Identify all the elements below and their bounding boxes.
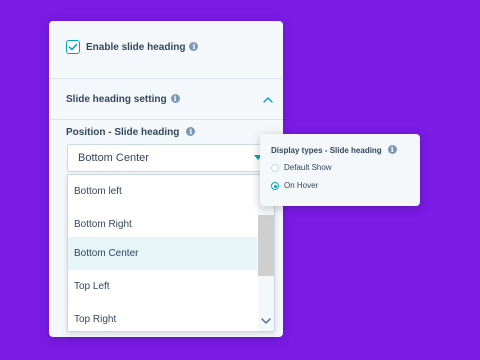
position-select-value: Bottom Center <box>78 152 149 164</box>
radio-button[interactable] <box>271 182 279 190</box>
radio-label: Default Show <box>284 163 332 172</box>
slide-heading-setting-toggle[interactable]: Slide heading setting i <box>49 79 283 120</box>
slide-heading-setting-text: Slide heading setting <box>66 94 167 105</box>
chevron-up-icon[interactable] <box>263 96 273 103</box>
info-icon[interactable]: i <box>170 94 180 103</box>
dropdown-option-bottom-left[interactable]: Bottom left <box>68 175 257 208</box>
position-label-text: Position - Slide heading <box>66 127 180 138</box>
display-types-title-text: Display types - Slide heading <box>271 146 382 155</box>
display-types-popover: Display types - Slide heading i Default S… <box>260 134 420 206</box>
enable-heading-checkbox[interactable] <box>66 40 80 54</box>
slide-heading-setting-label: Slide heading setting i <box>66 94 180 105</box>
enable-heading-label: Enable slide heading i <box>86 42 199 53</box>
dropdown-option-top-right[interactable]: Top Right <box>68 303 257 331</box>
radio-label: On Hover <box>284 181 319 190</box>
checkmark-icon <box>68 43 78 51</box>
enable-heading-section: Enable slide heading i <box>49 21 283 79</box>
dropdown-option-bottom-center[interactable]: Bottom Center <box>68 237 257 270</box>
position-dropdown-list: Bottom left Bottom Right Bottom Center T… <box>67 174 275 332</box>
position-label: Position - Slide heading i <box>66 127 196 138</box>
dropdown-scrollbar-thumb[interactable] <box>258 215 274 276</box>
dropdown-option-top-left[interactable]: Top Left <box>68 270 257 303</box>
enable-heading-text: Enable slide heading <box>86 42 186 53</box>
position-select[interactable]: Bottom Center <box>67 144 264 172</box>
info-icon[interactable]: i <box>186 127 196 136</box>
radio-button[interactable] <box>271 164 279 172</box>
display-types-title: Display types - Slide heading i <box>271 145 397 155</box>
info-icon[interactable]: i <box>387 145 397 154</box>
info-icon[interactable]: i <box>189 42 199 51</box>
scroll-down-icon[interactable] <box>261 318 271 325</box>
